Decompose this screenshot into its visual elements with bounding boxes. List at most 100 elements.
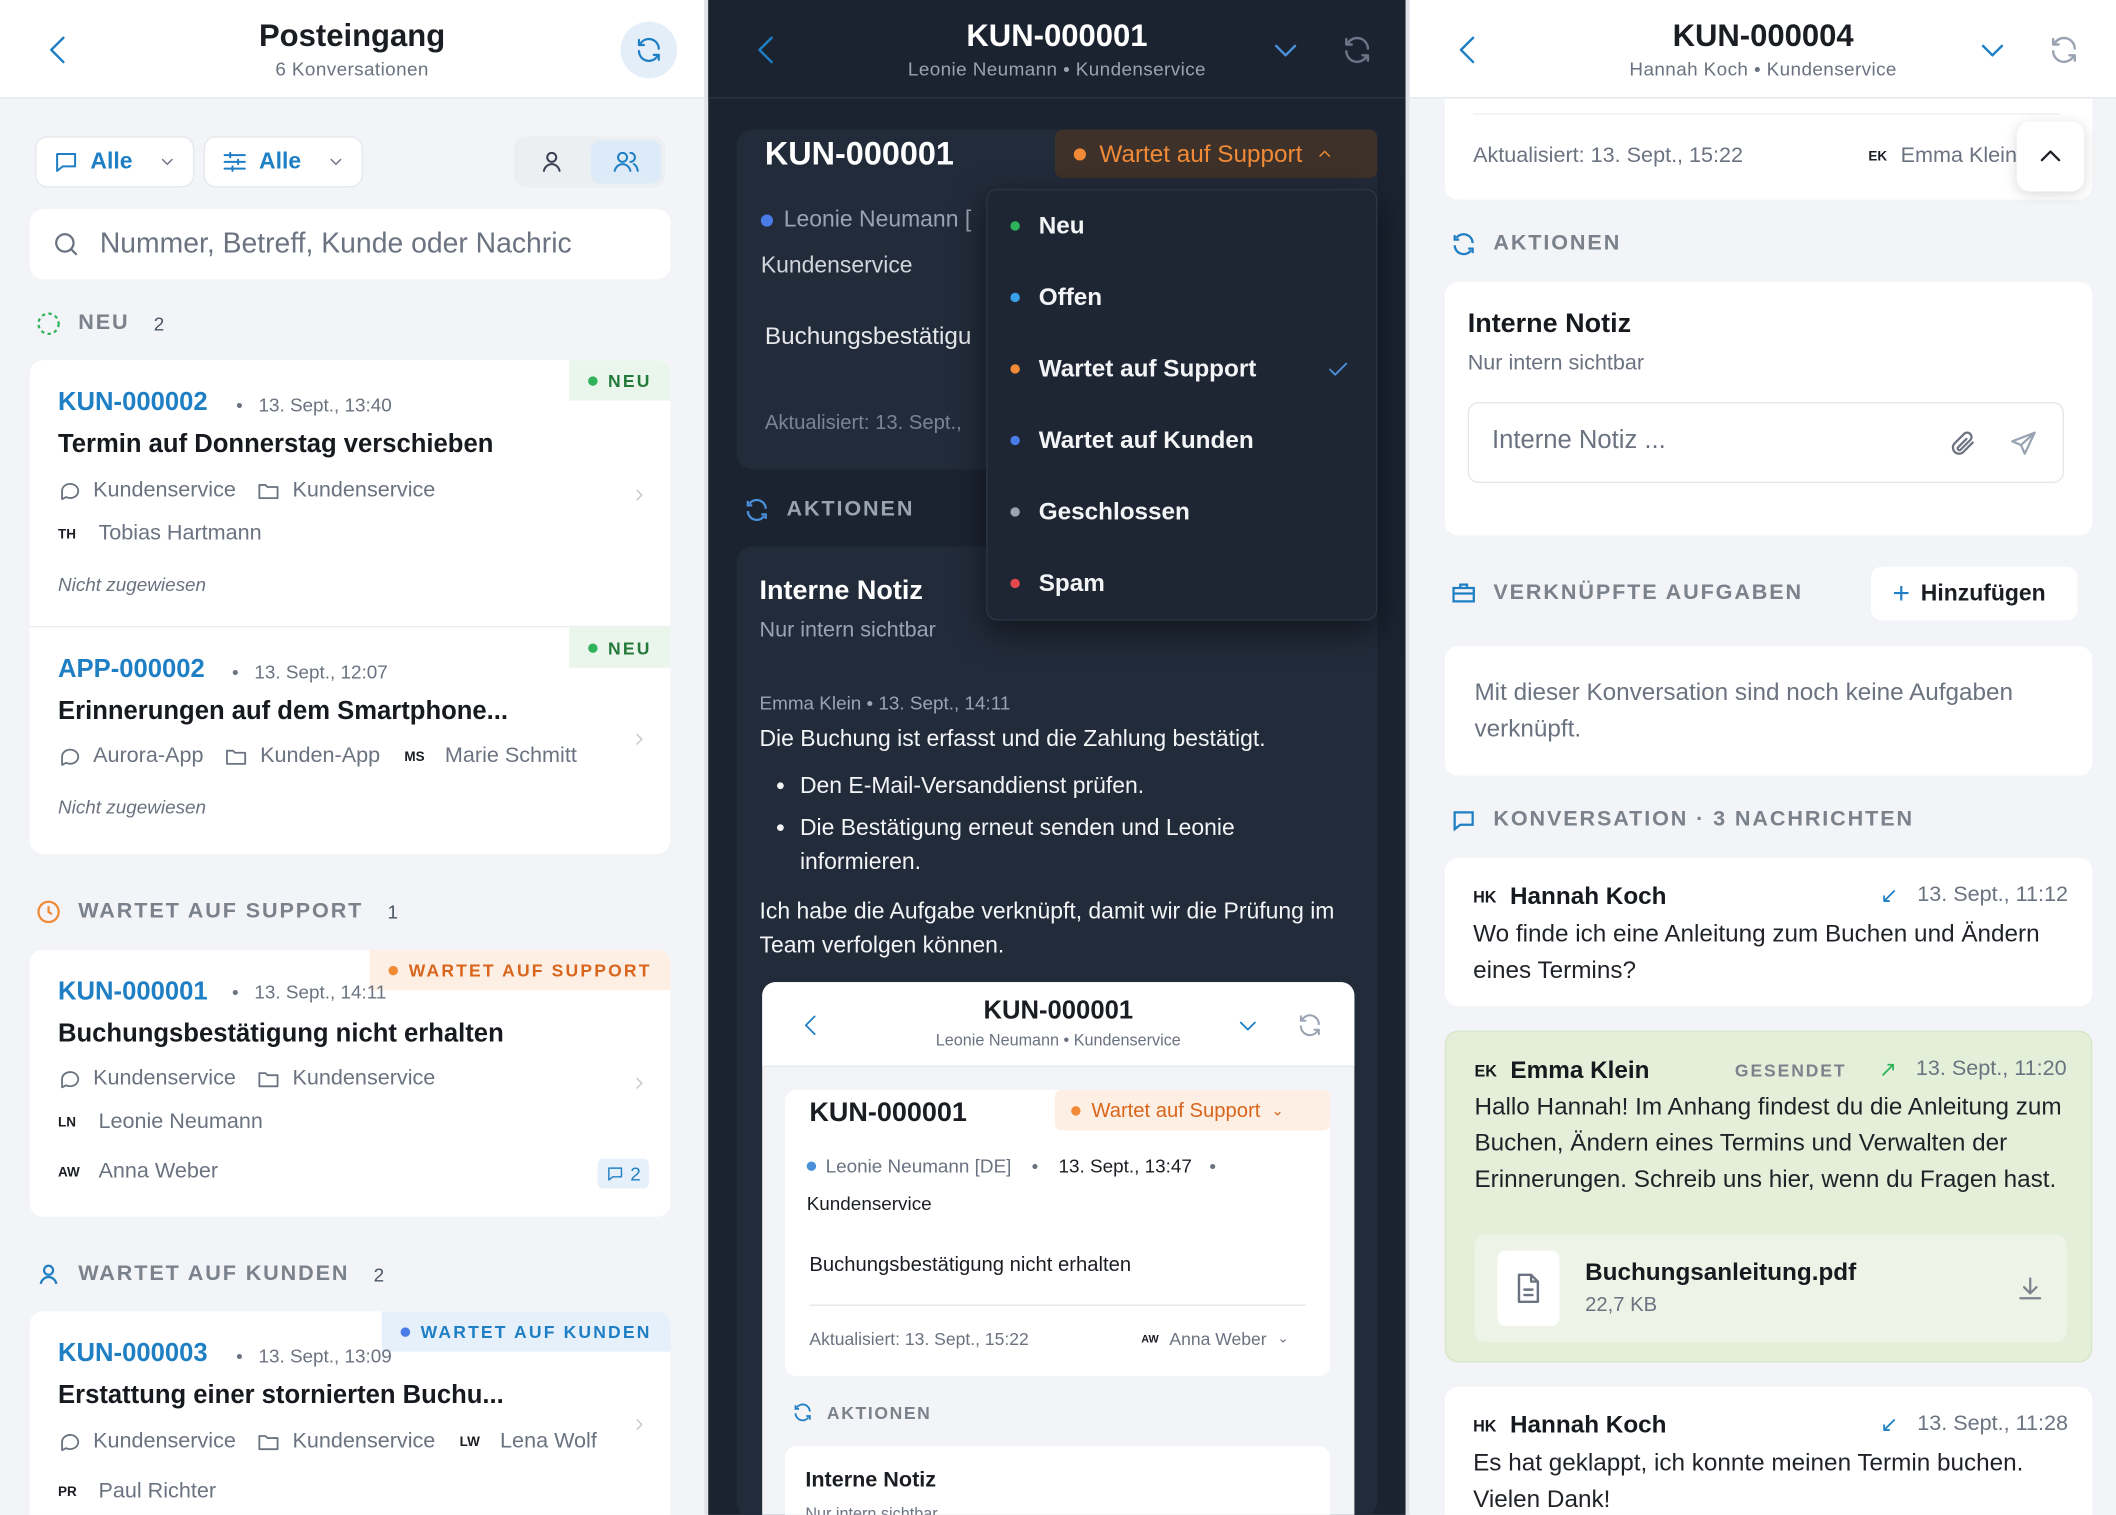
preview-actions: AKTIONEN	[792, 1402, 932, 1424]
status-dot	[1010, 292, 1020, 303]
tasks-empty-text: Mit dieser Konversation sind noch keine …	[1474, 678, 2014, 742]
message-time: GESENDET ↗ 13. Sept., 11:20	[1734, 1057, 2067, 1082]
channel-filter[interactable]: Alle	[36, 137, 193, 187]
status-option-wartet-kunden[interactable]: Wartet auf Kunden	[987, 405, 1376, 476]
file-icon	[1497, 1250, 1560, 1327]
channel-filter-label: Alle	[90, 148, 133, 175]
conversation-item[interactable]: WARTET AUF KUNDEN KUN-000003 • 13. Sept.…	[30, 1311, 671, 1515]
options-filter[interactable]: Alle	[205, 137, 362, 187]
message-time: ↙ 13. Sept., 11:12	[1880, 883, 2069, 908]
download-icon[interactable]	[2015, 1275, 2045, 1305]
chat-icon	[56, 152, 77, 172]
internal-note-card: Interne Notiz Nur intern sichtbar Intern…	[1444, 281, 2093, 536]
chevron-down-icon[interactable]	[1268, 35, 1303, 67]
avatar: AW	[58, 1164, 80, 1180]
conversation-meta: Kundenservice Kundenservice	[58, 1067, 435, 1091]
preview-header: KUN-000001 Leonie Neumann • Kundenservic…	[762, 982, 1355, 1068]
refresh-icon	[1299, 1014, 1320, 1037]
chevron-right-icon	[636, 489, 643, 501]
message-author: EK Emma Klein	[1474, 1056, 1650, 1084]
message-author: HK Hannah Koch	[1473, 1411, 1667, 1439]
file-size: 22,7 KB	[1585, 1293, 1658, 1317]
page-title: KUN-000004	[1672, 17, 1854, 53]
refresh-icon[interactable]	[2048, 34, 2080, 66]
message-count-badge: 2	[597, 1158, 649, 1189]
conversation-id: APP-000002	[58, 655, 205, 684]
tasks-empty-card: Mit dieser Konversation sind noch keine …	[1444, 646, 2093, 776]
actions-section: AKTIONEN	[1450, 231, 1621, 258]
conversation-list: NEU KUN-000002 • 13. Sept., 13:40 Termin…	[29, 360, 671, 854]
note-title: Interne Notiz	[1467, 308, 1632, 339]
updated-at: Aktualisiert: 13. Sept.,	[764, 411, 962, 435]
customer: TH Tobias Hartmann	[58, 522, 262, 545]
arrow-incoming-icon: ↙	[1880, 884, 1899, 908]
note-subtitle: Nur intern sichtbar	[1467, 352, 1645, 376]
message-incoming: HK Hannah Koch ↙ 13. Sept., 11:28 Es hat g…	[1444, 1386, 2093, 1515]
refresh-icon[interactable]	[1341, 34, 1373, 66]
internal-note-card: Interne Notiz Nur intern sichtbar Emma K…	[736, 546, 1378, 1515]
conversation-item[interactable]: NEU KUN-000002 • 13. Sept., 13:40 Termin…	[29, 360, 671, 628]
status-badge: NEU	[568, 360, 671, 401]
message-text: Hallo Hannah! Im Anhang findest du die A…	[1474, 1092, 2062, 1193]
add-task-button[interactable]: + Hinzufügen	[1871, 566, 2078, 621]
page-title: Posteingang	[258, 17, 446, 53]
chevron-down-icon[interactable]	[1975, 35, 2010, 67]
assignee: Nicht zugewiesen	[58, 573, 207, 595]
conversation-date: • 13. Sept., 13:40	[236, 393, 392, 416]
agent: AW Anna Weber	[58, 1160, 219, 1184]
chevron-right-icon	[636, 1419, 643, 1430]
ticket-subject: Buchungsbestätigu	[764, 322, 972, 350]
embedded-preview: KUN-000001 Leonie Neumann • Kundenservic…	[762, 982, 1355, 1515]
note-title: Interne Notiz	[759, 576, 923, 606]
note-subtitle: Nur intern sichtbar	[759, 619, 936, 643]
status-label: Wartet auf Support	[1099, 139, 1303, 167]
refresh-button[interactable]	[620, 21, 678, 79]
message-text: Es hat geklappt, ich konnte meinen Termi…	[1473, 1448, 2024, 1513]
conversation-meta: Kundenservice Kundenservice	[58, 479, 435, 503]
attachment[interactable]: Buchungsanleitung.pdf 22,7 KB	[1474, 1234, 2067, 1343]
send-icon[interactable]	[2009, 429, 2039, 459]
avatar: TH	[58, 526, 77, 542]
scroll-to-top-button[interactable]	[2016, 121, 2085, 192]
section-label: WARTET AUF SUPPORT	[78, 899, 364, 923]
page-subtitle: Hannah Koch • Kundenservice	[1629, 58, 1897, 80]
avatar: HK	[1473, 1415, 1497, 1435]
status-option-offen[interactable]: Offen	[987, 262, 1376, 333]
conversation-item[interactable]: WARTET AUF SUPPORT KUN-000001 • 13. Sept…	[30, 949, 671, 1217]
detail-panel: KUN-000001 Leonie Neumann • Kundenservic…	[708, 0, 1406, 1515]
preview-agent: AW Anna Weber ⌄	[1141, 1328, 1289, 1349]
status-option-neu[interactable]: Neu	[987, 190, 1376, 261]
status-dot	[1010, 507, 1020, 517]
page-subtitle: 6 Konversationen	[275, 58, 429, 80]
status-badge: NEU	[568, 627, 671, 668]
status-option-geschlossen[interactable]: Geschlossen	[987, 476, 1376, 547]
status-option-wartet-support[interactable]: Wartet auf Support	[987, 333, 1376, 404]
ticket-id: KUN-000001	[764, 136, 954, 173]
chevron-down-icon	[161, 158, 173, 165]
section-neu: NEU 2	[35, 310, 164, 337]
chat-icon	[61, 748, 80, 766]
avatar: LN	[58, 1114, 77, 1130]
team-conversations-toggle[interactable]	[590, 140, 662, 184]
sync-icon	[794, 1403, 811, 1422]
status-badge: WARTET AUF SUPPORT	[369, 949, 671, 991]
conversation-item[interactable]: NEU APP-000002 • 13. Sept., 12:07 Erinne…	[30, 627, 671, 854]
preview-updated: Aktualisiert: 13. Sept., 15:22	[809, 1328, 1029, 1349]
note-input[interactable]: Interne Notiz ...	[1467, 402, 2064, 483]
status-dot	[1010, 364, 1020, 374]
detail-header: KUN-000001 Leonie Neumann • Kundenservic…	[708, 0, 1406, 99]
chat-icon	[608, 1167, 623, 1181]
conversation-date: • 13. Sept., 12:07	[232, 661, 388, 683]
conversation-list: WARTET AUF KUNDEN KUN-000003 • 13. Sept.…	[29, 1311, 671, 1515]
status-dropdown[interactable]: Wartet auf Support	[1054, 129, 1378, 179]
chevron-up-icon	[1319, 150, 1331, 157]
status-option-spam[interactable]: Spam	[987, 548, 1376, 619]
conversation-id: KUN-000003	[58, 1339, 208, 1368]
search-input[interactable]: Nummer, Betreff, Kunde oder Nachric	[29, 209, 671, 280]
section-label: NEU	[78, 311, 130, 335]
section-support: WARTET AUF SUPPORT 1	[35, 898, 398, 925]
paperclip-icon[interactable]	[1948, 429, 1978, 459]
preview-ticket-card: KUN-000001 Wartet auf Support ⌄ Leonie Ne…	[785, 1089, 1331, 1376]
message-author: HK Hannah Koch	[1473, 882, 1667, 910]
my-conversations-toggle[interactable]	[518, 140, 585, 183]
